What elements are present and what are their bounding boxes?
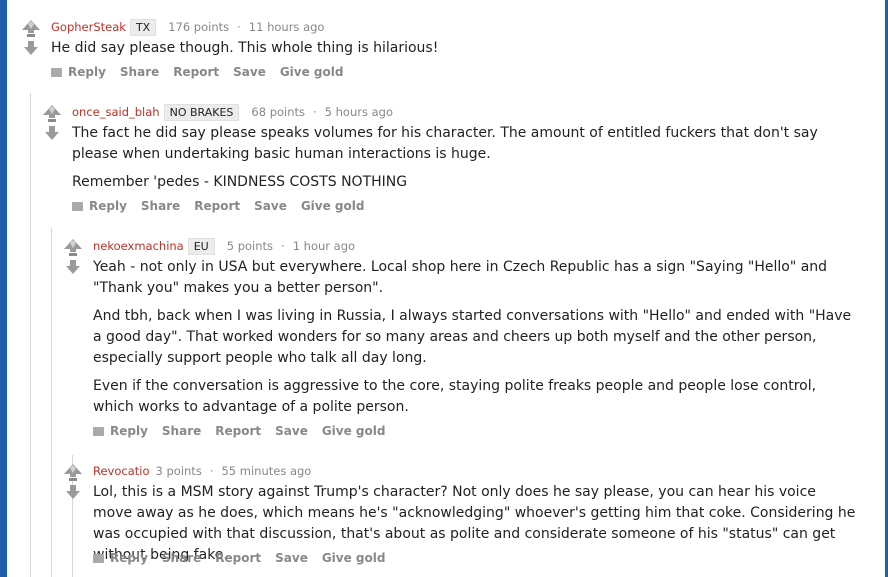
thread-line-level-1[interactable] (30, 93, 31, 577)
comment-paragraph: And tbh, back when I was living in Russi… (93, 308, 852, 366)
share-button[interactable]: Share (162, 424, 201, 438)
separator-dot: · (209, 464, 214, 478)
report-button[interactable]: Report (215, 424, 261, 438)
comment-paragraph: He did say please though. This whole thi… (51, 40, 439, 56)
share-button[interactable]: Share (162, 551, 201, 565)
separator-dot: · (237, 20, 241, 34)
author-link[interactable]: Revocatio (93, 464, 150, 478)
give-gold-button[interactable]: Give gold (322, 551, 386, 565)
reply-button[interactable]: Reply (72, 199, 127, 213)
share-button[interactable]: Share (141, 199, 180, 213)
score: 5 points (226, 239, 274, 253)
report-button[interactable]: Report (194, 199, 240, 213)
score: 68 points (251, 105, 306, 119)
timestamp[interactable]: 11 hours ago (249, 20, 325, 34)
upvote-icon[interactable] (42, 104, 62, 124)
timestamp[interactable]: 5 hours ago (325, 105, 393, 119)
comment-icon (93, 427, 104, 436)
timestamp[interactable]: 1 hour ago (293, 239, 355, 253)
comment-body: The fact he did say please speaks volume… (72, 123, 857, 200)
reply-button[interactable]: Reply (93, 551, 148, 565)
user-flair: TX (129, 19, 157, 36)
comment-paragraph: Even if the conversation is aggressive t… (93, 378, 817, 415)
comment-actions: Reply Share Report Save Give gold (51, 65, 357, 79)
give-gold-button[interactable]: Give gold (280, 65, 344, 79)
downvote-icon[interactable] (66, 485, 80, 499)
user-flair: NO BRAKES (163, 104, 240, 121)
comment-tagline: Revocatio 3 points · 55 minutes ago (93, 464, 311, 478)
subreddit-accent-bar-left (0, 0, 7, 577)
author-link[interactable]: nekoexmachina (93, 239, 184, 253)
user-flair: EU (187, 238, 215, 255)
upvote-icon[interactable] (21, 19, 41, 39)
comment-body: He did say please though. This whole thi… (51, 38, 851, 66)
comment-actions: Reply Share Report Save Give gold (72, 199, 378, 213)
comment-tagline: nekoexmachina EU 5 points · 1 hour ago (93, 238, 355, 255)
separator-dot: · (281, 239, 285, 253)
downvote-icon[interactable] (24, 41, 38, 55)
separator-dot: · (313, 105, 317, 119)
timestamp[interactable]: 55 minutes ago (221, 464, 311, 478)
comment-tagline: GopherSteak TX 176 points · 11 hours ago (51, 19, 325, 36)
score: 176 points (168, 20, 230, 34)
save-button[interactable]: Save (233, 65, 266, 79)
thread-line-level-2[interactable] (51, 228, 52, 577)
downvote-icon[interactable] (66, 260, 80, 274)
score: 3 points (155, 464, 202, 478)
comment-paragraph: The fact he did say please speaks volume… (72, 125, 818, 162)
reply-button[interactable]: Reply (51, 65, 106, 79)
give-gold-button[interactable]: Give gold (301, 199, 365, 213)
author-link[interactable]: GopherSteak (51, 20, 126, 34)
comment-icon (72, 202, 83, 211)
comment-actions: Reply Share Report Save Give gold (93, 551, 399, 565)
comment-actions: Reply Share Report Save Give gold (93, 424, 399, 438)
comment-icon (51, 68, 62, 77)
share-button[interactable]: Share (120, 65, 159, 79)
upvote-icon[interactable] (63, 463, 83, 483)
upvote-icon[interactable] (63, 238, 83, 258)
comment-body: Yeah - not only in USA but everywhere. L… (93, 257, 857, 425)
comment-paragraph: Yeah - not only in USA but everywhere. L… (93, 259, 828, 296)
report-button[interactable]: Report (215, 551, 261, 565)
downvote-icon[interactable] (45, 126, 59, 140)
reply-button[interactable]: Reply (93, 424, 148, 438)
comment-icon (93, 554, 104, 563)
save-button[interactable]: Save (275, 551, 308, 565)
author-link[interactable]: once_said_blah (72, 105, 160, 119)
report-button[interactable]: Report (173, 65, 219, 79)
comment-paragraph: Remember 'pedes - KINDNESS COSTS NOTHING (72, 174, 408, 190)
give-gold-button[interactable]: Give gold (322, 424, 386, 438)
save-button[interactable]: Save (275, 424, 308, 438)
save-button[interactable]: Save (254, 199, 287, 213)
comment-tagline: once_said_blah NO BRAKES 68 points · 5 hours… (72, 104, 393, 121)
